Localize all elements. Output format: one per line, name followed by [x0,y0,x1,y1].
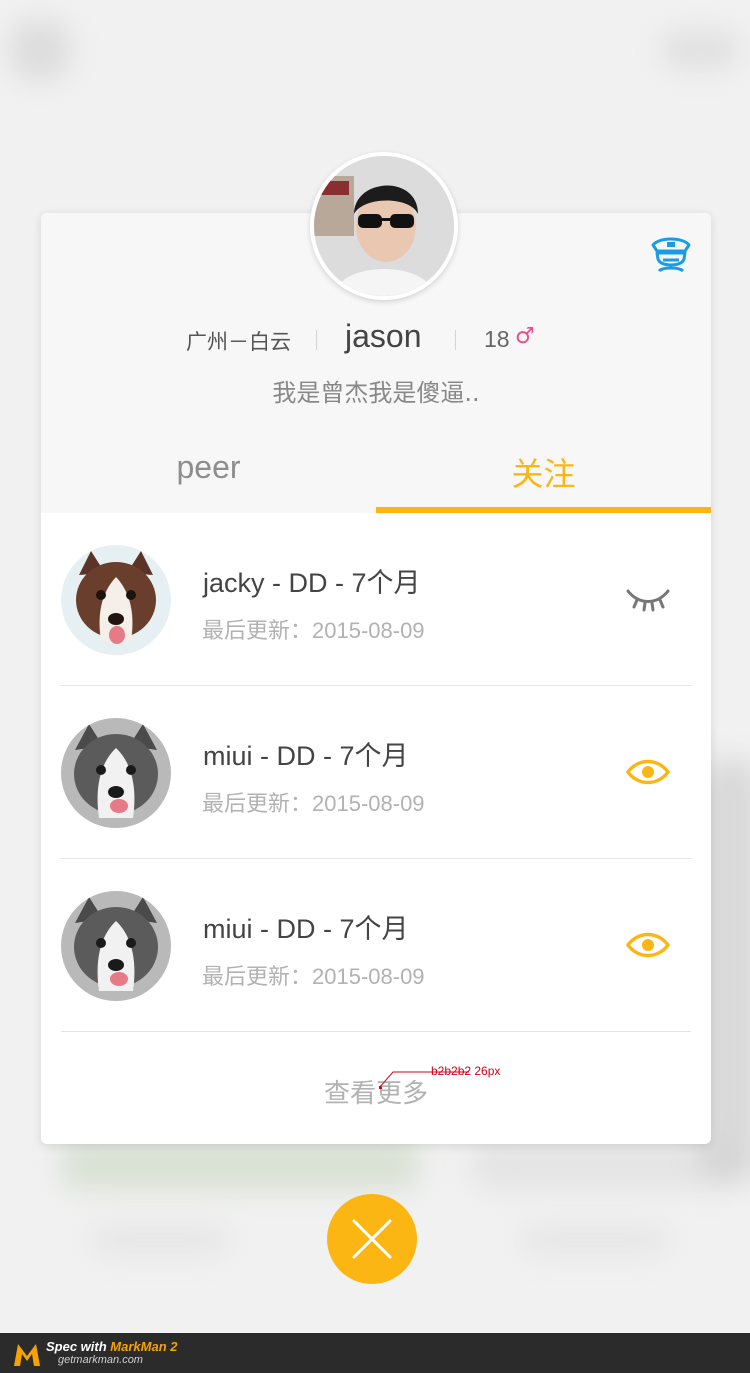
background-blur-shape [60,1140,420,1190]
profile-card: 广州－白云 jason 18 ♂ 我是曾杰我是傻逼.. peer 关注 jack… [41,213,711,1144]
pet-avatar [61,545,171,655]
user-avatar[interactable] [310,152,458,300]
profile-bio: 我是曾杰我是傻逼.. [272,379,480,407]
pet-avatar [61,891,171,1001]
pet-updated: 最后更新：2015-08-09 [202,964,425,989]
pet-name: miui - DD - 7个月 [203,741,409,771]
divider [455,330,456,350]
avatar-photo [314,156,454,296]
background-blur-shape [660,30,740,70]
eye-closed-icon[interactable] [625,579,671,619]
pet-updated: 最后更新：2015-08-09 [202,618,425,643]
markman-footer: Spec with MarkMan 2 getmarkman.com [0,1333,750,1373]
divider [316,330,317,350]
tab-follow[interactable]: 关注 [376,449,711,513]
pet-name: jacky - DD - 7个月 [203,568,421,598]
list-item[interactable]: miui - DD - 7个月 最后更新：2015-08-09 [61,859,691,1032]
close-button[interactable] [327,1194,417,1284]
pet-updated: 最后更新：2015-08-09 [202,791,425,816]
markman-title: Spec with MarkMan 2 [46,1339,178,1354]
close-icon [352,1219,392,1259]
view-more-link[interactable]: 查看更多 [41,1073,711,1110]
location-text: 广州－白云 [186,330,291,354]
markman-brand: MarkMan 2 [110,1339,178,1354]
background-blur-shape [90,1225,230,1255]
eye-open-icon[interactable] [625,925,671,965]
age-text: 18 [484,326,510,352]
male-gender-icon: ♂ [515,324,535,349]
spec-annotation: b2b2b2 26px [431,1064,501,1078]
tab-follow-label: 关注 [511,455,576,493]
pet-avatar [61,718,171,828]
profile-info-row: 广州－白云 jason 18 ♂ [41,318,711,358]
pet-name: miui - DD - 7个月 [203,914,409,944]
background-blur-shape [10,20,70,80]
spec-with-text: Spec with [46,1339,111,1354]
eye-open-icon[interactable] [625,752,671,792]
background-blur-shape [520,1225,670,1255]
markman-logo-icon [14,1344,40,1366]
markman-site: getmarkman.com [58,1354,143,1366]
police-badge-icon[interactable] [649,231,693,275]
username: jason [345,318,422,354]
list-item[interactable]: miui - DD - 7个月 最后更新：2015-08-09 [61,686,691,859]
tab-peer-label: peer [176,449,241,485]
list-item[interactable]: jacky - DD - 7个月 最后更新：2015-08-09 [61,513,691,686]
tab-peer[interactable]: peer [41,449,376,513]
pet-list: jacky - DD - 7个月 最后更新：2015-08-09 miui - … [61,513,691,1032]
